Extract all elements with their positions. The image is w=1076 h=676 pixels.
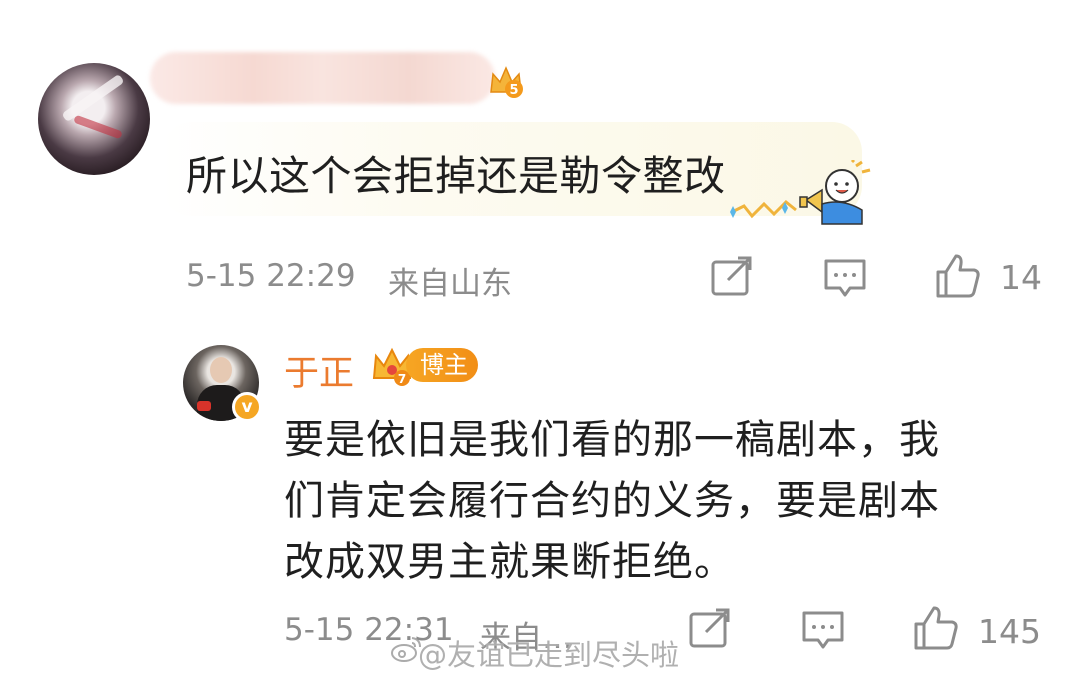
share-icon[interactable]	[710, 256, 754, 298]
comment-text: 所以这个会拒掉还是勒令整改	[186, 152, 726, 200]
svg-text:5: 5	[509, 83, 518, 98]
comment-location: 来自山东	[388, 266, 512, 302]
comment-icon[interactable]	[822, 256, 868, 300]
reply-text: 要是依旧是我们看的那一稿剧本，我 们肯定会履行合约的义务，要是剧本 改成双男主就…	[284, 410, 1024, 593]
svg-text:7: 7	[398, 372, 406, 386]
verified-icon: v	[232, 392, 262, 422]
fan-badge-icon: 5	[490, 66, 523, 98]
reply-author-name[interactable]: 于正	[284, 345, 354, 396]
megaphone-sticker-icon	[730, 160, 871, 225]
reply-text-line: 们肯定会履行合约的义务，要是剧本	[284, 478, 940, 524]
watermark-text: @友谊已走到尽头啦	[418, 638, 680, 672]
blogger-tag-badge: 博主	[406, 348, 478, 382]
reply-like-count: 145	[978, 612, 1041, 651]
comment-like-count: 14	[1000, 258, 1042, 297]
commenter-avatar[interactable]	[38, 63, 150, 175]
share-icon[interactable]	[688, 608, 732, 650]
like-icon[interactable]	[934, 252, 982, 300]
commenter-name-blurred[interactable]	[150, 52, 495, 104]
reply-text-line: 要是依旧是我们看的那一稿剧本，我	[284, 417, 940, 463]
reply-text-line: 改成双男主就果断拒绝。	[284, 539, 735, 585]
comment-icon[interactable]	[800, 608, 846, 652]
like-icon[interactable]	[912, 604, 960, 652]
comment-time: 5-15 22:29	[186, 258, 356, 294]
